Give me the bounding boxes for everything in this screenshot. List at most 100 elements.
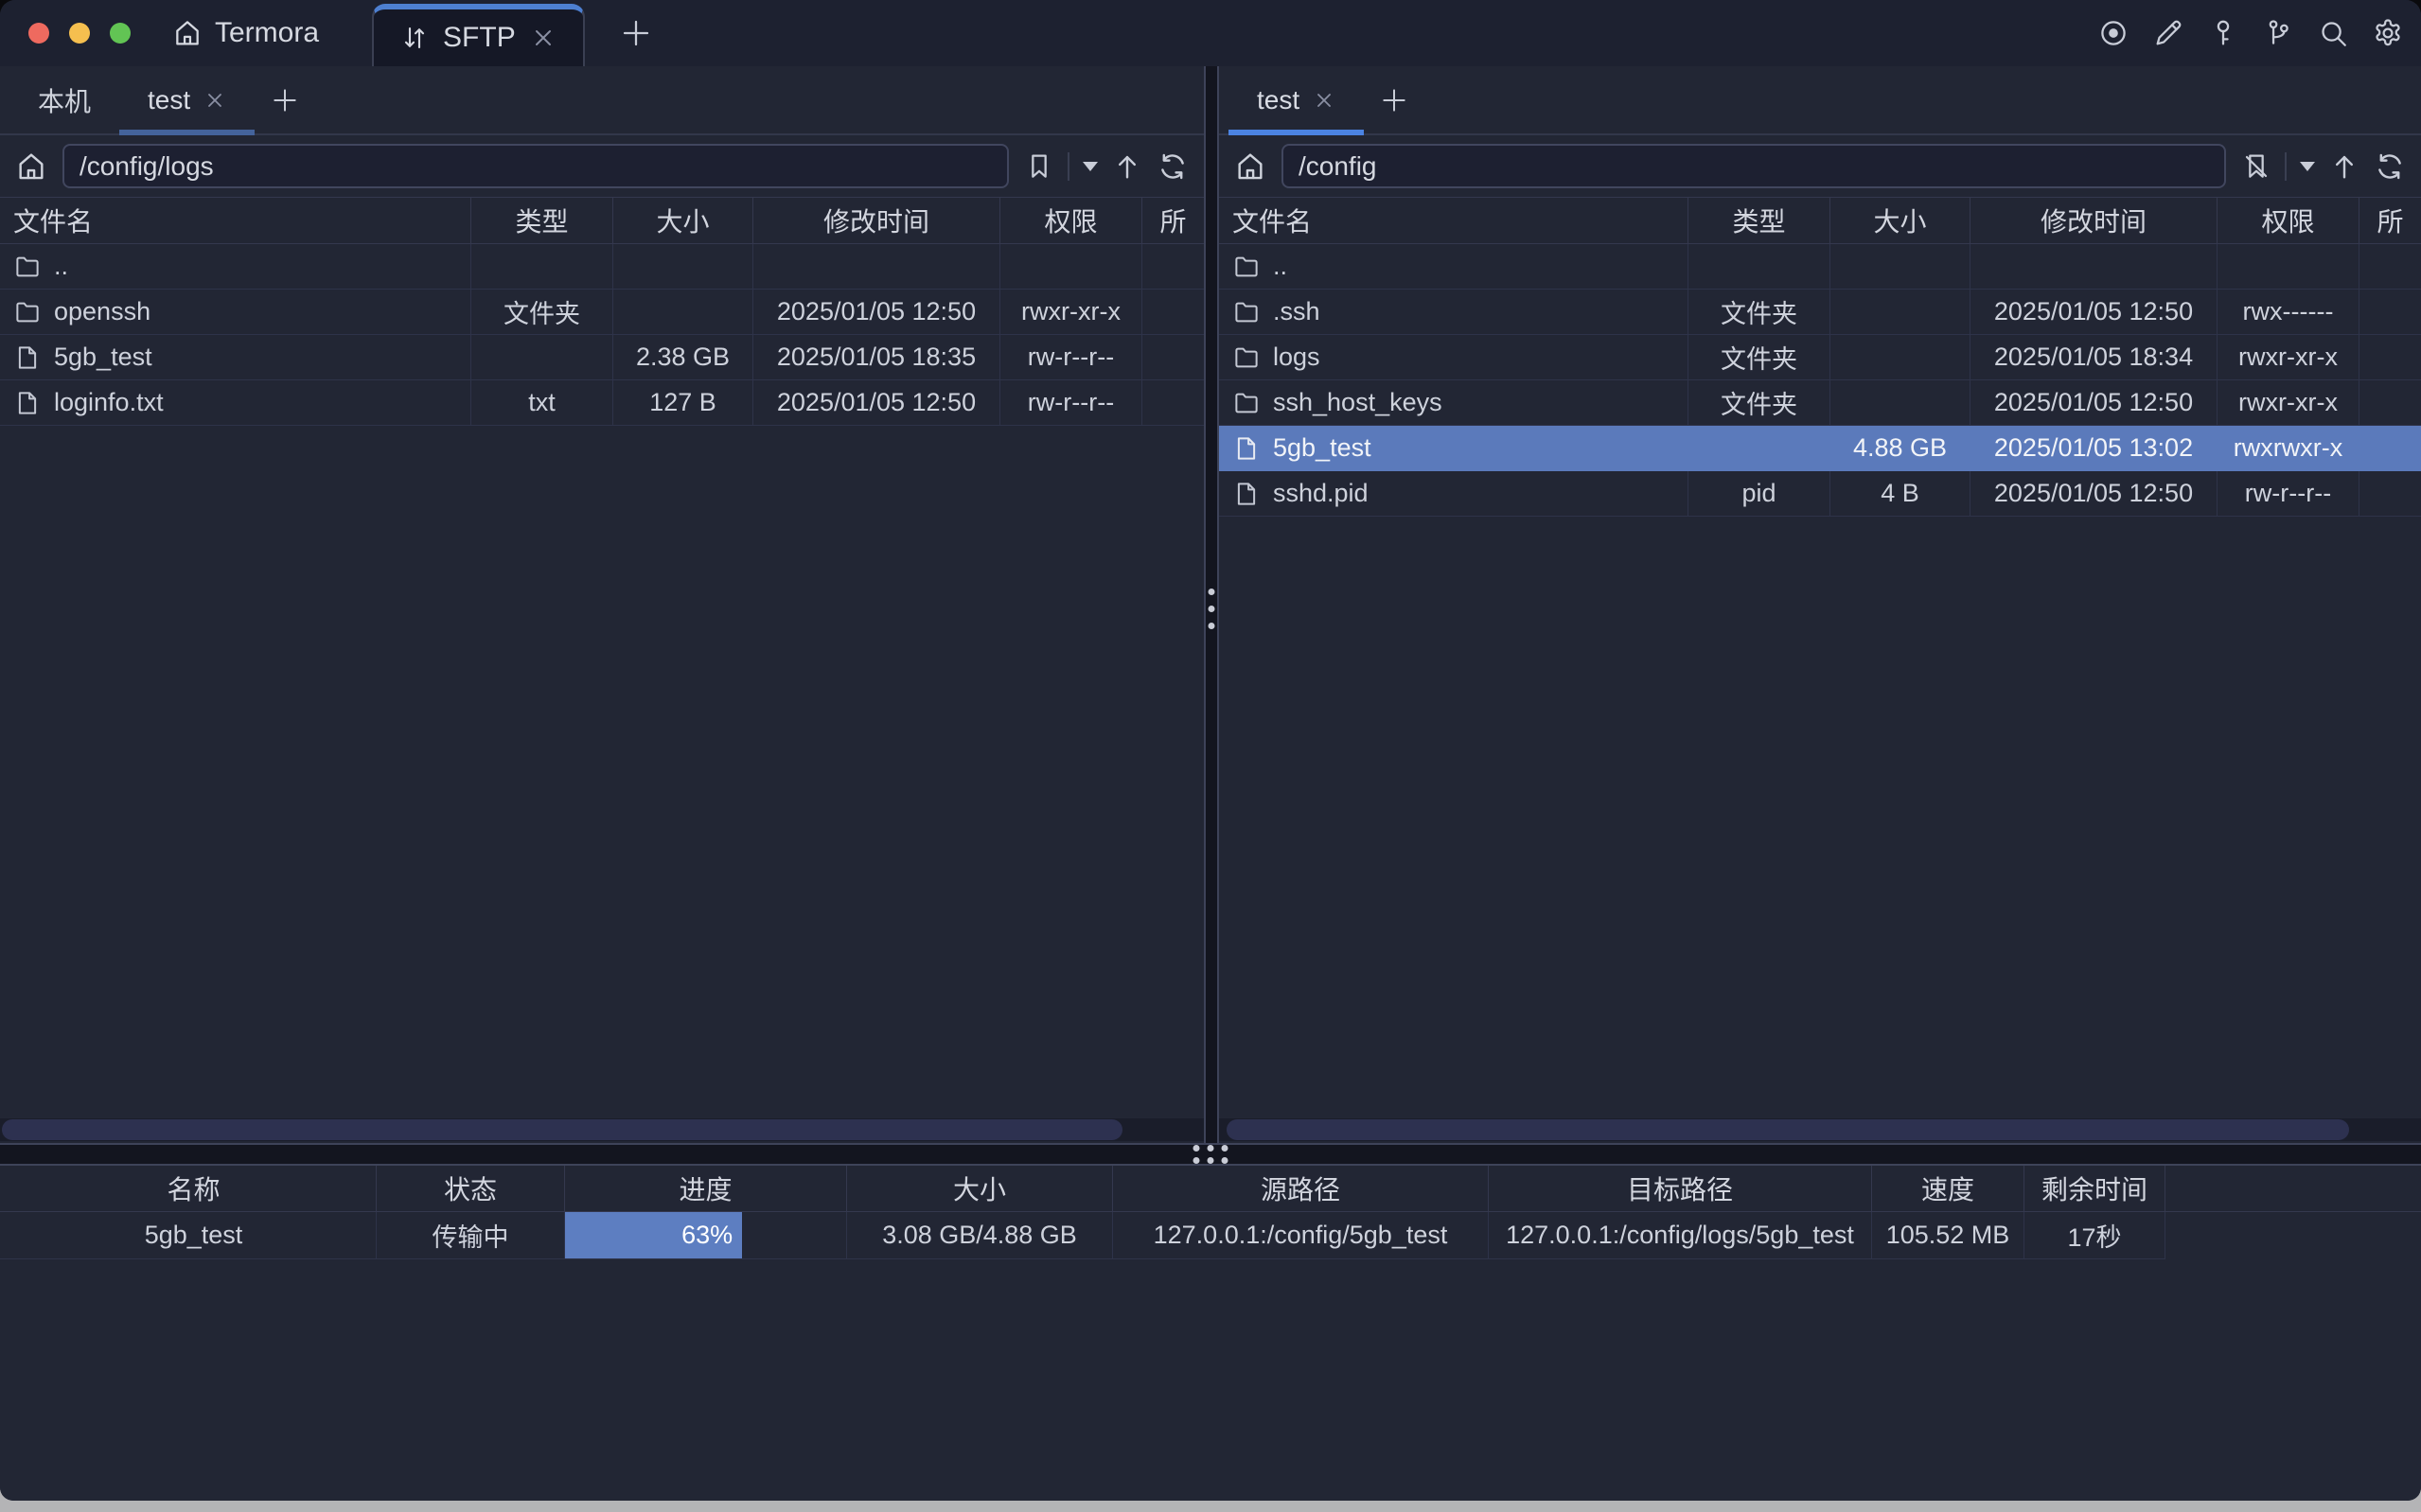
search-icon[interactable] xyxy=(2315,15,2351,51)
file-row-.ssh[interactable]: .ssh文件夹2025/01/05 12:50rwx------ xyxy=(1219,290,2421,335)
file-icon xyxy=(1232,480,1261,508)
edit-icon[interactable] xyxy=(2150,15,2186,51)
column-header-name[interactable]: 文件名 xyxy=(0,198,471,243)
parent-directory-icon[interactable] xyxy=(1111,150,1143,183)
transfer-header-status[interactable]: 状态 xyxy=(377,1166,565,1211)
file-row-loginfo.txt[interactable]: loginfo.txttxt127 B2025/01/05 12:50rw-r-… xyxy=(0,380,1204,426)
minimize-window-button[interactable] xyxy=(69,23,90,44)
tab-sftp[interactable]: SFTP xyxy=(372,4,585,66)
file-row-5gb_test[interactable]: 5gb_test4.88 GB2025/01/05 13:02rwxrwxr-x xyxy=(1219,426,2421,471)
zoom-window-button[interactable] xyxy=(110,23,131,44)
transfer-header-name[interactable]: 名称 xyxy=(0,1166,377,1211)
right-file-table: 文件名类型大小修改时间权限所 ...ssh文件夹2025/01/05 12:50… xyxy=(1219,197,2421,517)
column-header-mtime[interactable]: 修改时间 xyxy=(753,198,1000,243)
left-path-input[interactable] xyxy=(62,144,1009,188)
left-hscroll-thumb[interactable] xyxy=(2,1119,1122,1140)
column-header-owner[interactable]: 所 xyxy=(2359,198,2421,243)
column-header-type[interactable]: 类型 xyxy=(471,198,613,243)
bookmark-dropdown-icon[interactable] xyxy=(2300,162,2315,171)
transfer-source-cell: 127.0.0.1:/config/5gb_test xyxy=(1113,1212,1489,1259)
tab-close-icon[interactable] xyxy=(530,25,557,51)
file-row-ssh_host_keys[interactable]: ssh_host_keys文件夹2025/01/05 12:50rwxr-xr-… xyxy=(1219,380,2421,426)
transfer-row-5gb_test[interactable]: 5gb_test传输中63%3.08 GB/4.88 GB127.0.0.1:/… xyxy=(0,1212,2421,1259)
file-mtime-cell: 2025/01/05 12:50 xyxy=(753,380,1000,425)
column-header-perms[interactable]: 权限 xyxy=(2218,198,2359,243)
file-size-cell: 2.38 GB xyxy=(613,335,753,379)
file-perms-cell xyxy=(1000,244,1142,289)
transfer-header-progress[interactable]: 进度 xyxy=(565,1166,847,1211)
bookmark-dropdown-icon[interactable] xyxy=(1083,162,1098,171)
right-pane-tabs: test xyxy=(1219,66,2421,135)
file-owner-cell xyxy=(2359,471,2421,516)
parent-directory-icon[interactable] xyxy=(2328,150,2360,183)
home-directory-icon[interactable] xyxy=(1234,150,1266,183)
file-type-cell xyxy=(1688,244,1830,289)
file-row-sshd.pid[interactable]: sshd.pidpid4 B2025/01/05 12:50rw-r--r-- xyxy=(1219,471,2421,517)
file-type-cell: 文件夹 xyxy=(471,290,613,334)
column-header-name[interactable]: 文件名 xyxy=(1219,198,1688,243)
column-header-size[interactable]: 大小 xyxy=(613,198,753,243)
file-type-cell: 文件夹 xyxy=(1688,290,1830,334)
file-mtime-cell: 2025/01/05 12:50 xyxy=(1970,471,2218,516)
folder-icon xyxy=(1232,298,1261,326)
right-path-actions xyxy=(2241,150,2406,183)
left-file-table: 文件名类型大小修改时间权限所 ..openssh文件夹2025/01/05 12… xyxy=(0,197,1204,426)
column-header-type[interactable]: 类型 xyxy=(1688,198,1830,243)
settings-icon[interactable] xyxy=(2370,15,2406,51)
right-hscroll-thumb[interactable] xyxy=(1227,1119,2349,1140)
file-row-..[interactable]: .. xyxy=(1219,244,2421,290)
file-row-5gb_test[interactable]: 5gb_test2.38 GB2025/01/05 18:35rw-r--r-- xyxy=(0,335,1204,380)
app-title: Termora xyxy=(215,17,319,49)
left-pathbar xyxy=(0,135,1204,197)
record-icon[interactable] xyxy=(2095,15,2131,51)
tab-本机[interactable]: 本机 xyxy=(9,66,119,133)
new-tab-button[interactable] xyxy=(619,16,653,50)
home-tab[interactable]: Termora xyxy=(172,17,319,49)
home-directory-icon[interactable] xyxy=(15,150,47,183)
column-header-perms[interactable]: 权限 xyxy=(1000,198,1142,243)
tab-sftp-label: SFTP xyxy=(443,22,516,54)
tab-test[interactable]: test xyxy=(119,66,255,133)
file-row-logs[interactable]: logs文件夹2025/01/05 18:34rwxr-xr-x xyxy=(1219,335,2421,380)
file-name-cell: openssh xyxy=(0,290,471,334)
file-name-cell: ssh_host_keys xyxy=(1219,380,1688,425)
file-owner-cell xyxy=(2359,290,2421,334)
new-pane-tab-button[interactable] xyxy=(1364,66,1424,133)
column-header-size[interactable]: 大小 xyxy=(1830,198,1970,243)
file-row-..[interactable]: .. xyxy=(0,244,1204,290)
home-icon xyxy=(172,18,203,48)
file-type-cell: pid xyxy=(1688,471,1830,516)
tab-close-icon[interactable] xyxy=(1313,89,1335,112)
divider xyxy=(1068,152,1069,181)
file-type-cell: 文件夹 xyxy=(1688,335,1830,379)
right-path-input[interactable] xyxy=(1281,144,2226,188)
close-window-button[interactable] xyxy=(28,23,49,44)
bookmark-icon[interactable] xyxy=(1024,151,1054,182)
keychain-icon[interactable] xyxy=(2260,15,2296,51)
file-row-openssh[interactable]: openssh文件夹2025/01/05 12:50rwxr-xr-x xyxy=(0,290,1204,335)
transfer-header-speed[interactable]: 速度 xyxy=(1872,1166,2024,1211)
file-owner-cell xyxy=(2359,244,2421,289)
file-name: loginfo.txt xyxy=(54,388,164,417)
transfer-header-eta[interactable]: 剩余时间 xyxy=(2024,1166,2165,1211)
file-perms-cell: rw-r--r-- xyxy=(1000,380,1142,425)
tab-close-icon[interactable] xyxy=(203,89,226,112)
transfer-header-target[interactable]: 目标路径 xyxy=(1489,1166,1872,1211)
transfer-splitter[interactable] xyxy=(0,1143,2421,1166)
pane-splitter[interactable] xyxy=(1204,66,1219,1143)
new-pane-tab-button[interactable] xyxy=(255,66,315,133)
column-header-mtime[interactable]: 修改时间 xyxy=(1970,198,2218,243)
transfer-header-size[interactable]: 大小 xyxy=(847,1166,1113,1211)
bookmark-off-icon[interactable] xyxy=(2241,151,2271,182)
file-icon xyxy=(1232,434,1261,463)
key-icon[interactable] xyxy=(2205,15,2241,51)
column-header-owner[interactable]: 所 xyxy=(1142,198,1204,243)
file-perms-cell xyxy=(2218,244,2359,289)
file-name-cell: .ssh xyxy=(1219,290,1688,334)
transfer-header-source[interactable]: 源路径 xyxy=(1113,1166,1489,1211)
refresh-icon[interactable] xyxy=(1157,150,1189,183)
tab-test[interactable]: test xyxy=(1228,66,1364,133)
tab-label: test xyxy=(1257,85,1299,115)
file-name-cell: 5gb_test xyxy=(0,335,471,379)
refresh-icon[interactable] xyxy=(2374,150,2406,183)
